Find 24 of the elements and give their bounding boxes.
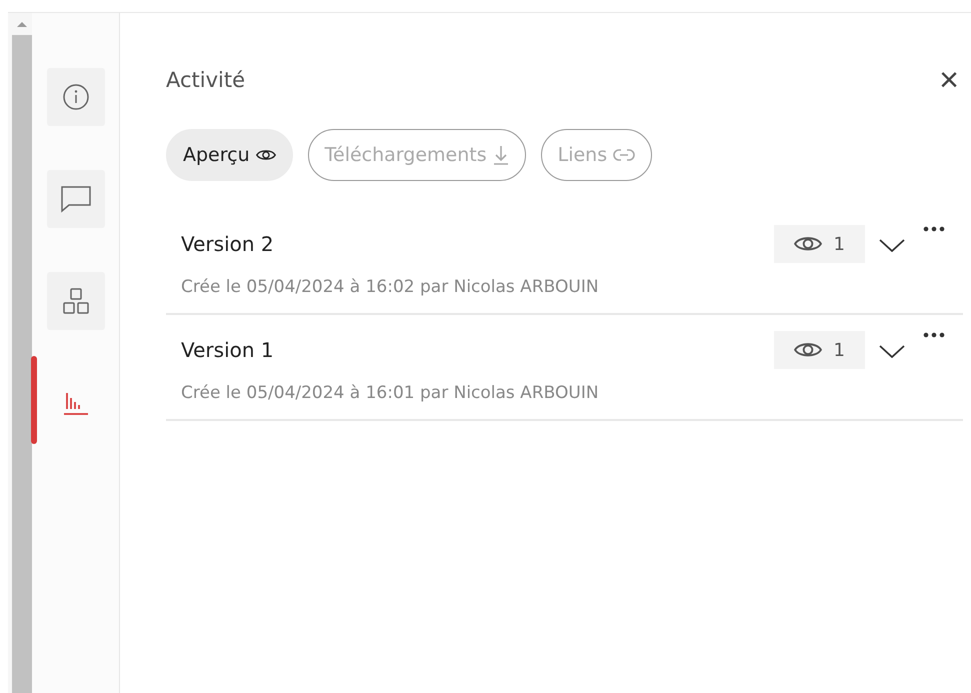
view-count-number: 1 (834, 340, 845, 360)
sidebar-button[interactable] (46, 272, 104, 330)
view-count-number: 1 (834, 234, 845, 254)
bar-chart-icon (62, 390, 90, 416)
eye-icon (256, 148, 276, 162)
sidebar-button[interactable] (46, 68, 104, 126)
version-name: Version 2 (181, 232, 275, 256)
comment-icon (60, 184, 92, 214)
filter-chip[interactable]: Aperçu (166, 129, 293, 181)
version-name: Version 1 (181, 338, 275, 362)
download-icon (492, 145, 509, 165)
chevron-down-icon (879, 345, 905, 358)
panel-title: Activité (166, 68, 246, 92)
expand-button[interactable] (879, 345, 905, 358)
apps-icon (62, 287, 90, 315)
chevron-down-icon (879, 239, 905, 252)
link-icon (613, 148, 636, 162)
info-icon (62, 83, 90, 111)
expand-button[interactable] (879, 239, 905, 252)
sidebar-button[interactable] (46, 170, 104, 228)
version-meta: Crée le 05/04/2024 à 16:02 par Nicolas ARBOUIN (181, 277, 600, 297)
close-button[interactable]: × (939, 63, 959, 97)
scrollbar[interactable] (8, 13, 32, 693)
version-meta: Crée le 05/04/2024 à 16:01 par Nicolas ARBOUIN (181, 383, 600, 403)
